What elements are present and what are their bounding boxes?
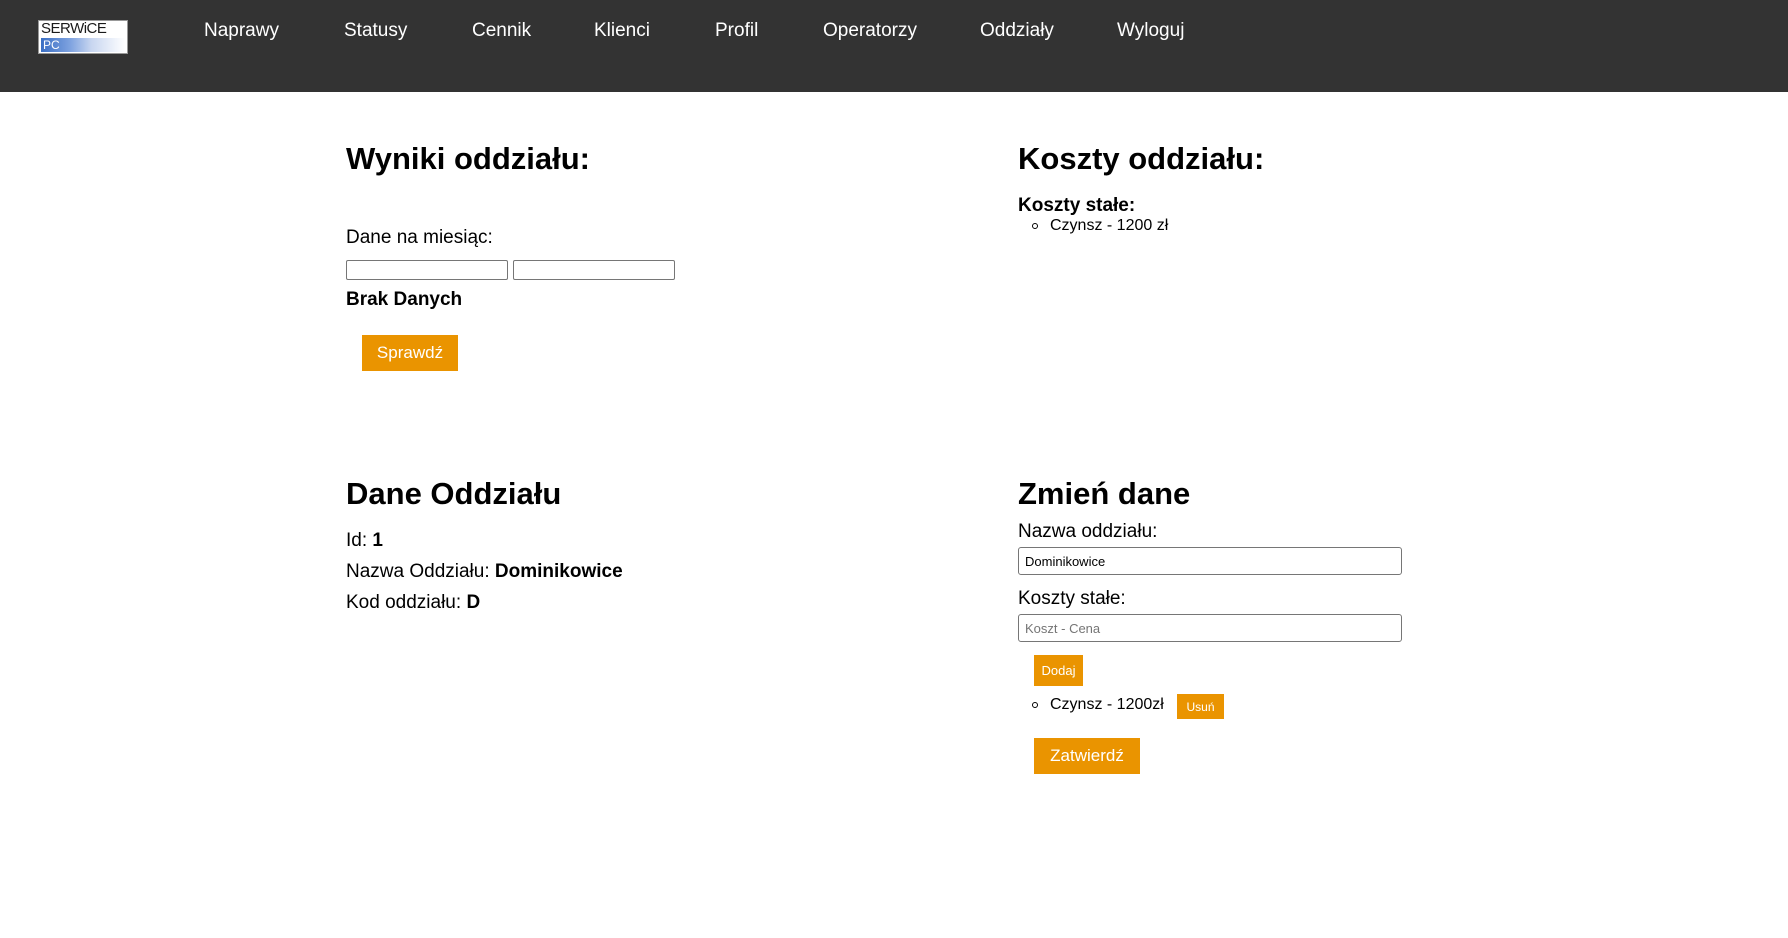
branch-code-row: Kod oddziału: D xyxy=(346,591,480,615)
branch-name-value: Dominikowice xyxy=(494,561,623,582)
results-title: Wyniki oddziału: xyxy=(346,141,590,176)
logo[interactable]: SERWiCE PC xyxy=(38,20,128,54)
month-label: Dane na miesiąc: xyxy=(346,227,493,248)
fixed-costs-label: Koszty stałe: xyxy=(1018,195,1136,216)
navbar: SERWiCE PC Naprawy Statusy Cennik Klienc… xyxy=(0,0,1788,92)
edit-name-label: Nazwa oddziału: xyxy=(1018,521,1158,542)
edit-title: Zmień dane xyxy=(1018,476,1191,511)
branch-code-label: Kod oddziału: xyxy=(346,592,462,613)
nav-profil[interactable]: Profil xyxy=(715,18,758,44)
branch-code-value: D xyxy=(466,592,481,613)
branch-id-value: 1 xyxy=(372,530,383,551)
edit-fixed-costs-label: Koszty stałe: xyxy=(1018,588,1126,609)
nav-naprawy[interactable]: Naprawy xyxy=(204,18,279,44)
branch-title: Dane Oddziału xyxy=(346,476,562,511)
nav-operatorzy[interactable]: Operatorzy xyxy=(823,18,917,44)
check-button[interactable]: Sprawdź xyxy=(362,335,458,371)
cost-input[interactable] xyxy=(1018,614,1402,642)
branch-id-label: Id: xyxy=(346,530,368,551)
nav-cennik[interactable]: Cennik xyxy=(472,18,531,44)
logo-subtext: PC xyxy=(43,38,60,52)
nav-oddzialy[interactable]: Oddziały xyxy=(980,18,1054,44)
date-from-input[interactable] xyxy=(346,260,508,280)
cost-list-item: Czynsz - 1200 zł xyxy=(1050,217,1169,234)
remove-cost-button[interactable]: Usuń xyxy=(1177,694,1224,719)
branch-name-row: Nazwa Oddziału: Dominikowice xyxy=(346,560,623,584)
confirm-button[interactable]: Zatwierdź xyxy=(1034,738,1140,774)
costs-title: Koszty oddziału: xyxy=(1018,141,1265,176)
date-to-input[interactable] xyxy=(513,260,675,280)
branch-name-input[interactable] xyxy=(1018,547,1402,575)
branch-name-label: Nazwa Oddziału: xyxy=(346,561,490,582)
add-cost-button[interactable]: Dodaj xyxy=(1034,655,1083,686)
list-bullet xyxy=(1032,223,1038,229)
list-bullet xyxy=(1032,702,1038,708)
nav-statusy[interactable]: Statusy xyxy=(344,18,407,44)
branch-id-row: Id: 1 xyxy=(346,529,383,553)
results-status: Brak Danych xyxy=(346,289,463,310)
nav-wyloguj[interactable]: Wyloguj xyxy=(1117,18,1184,44)
nav-klienci[interactable]: Klienci xyxy=(594,18,650,44)
logo-text: SERWiCE xyxy=(41,20,107,37)
edit-cost-item: Czynsz - 1200zł xyxy=(1050,696,1164,713)
